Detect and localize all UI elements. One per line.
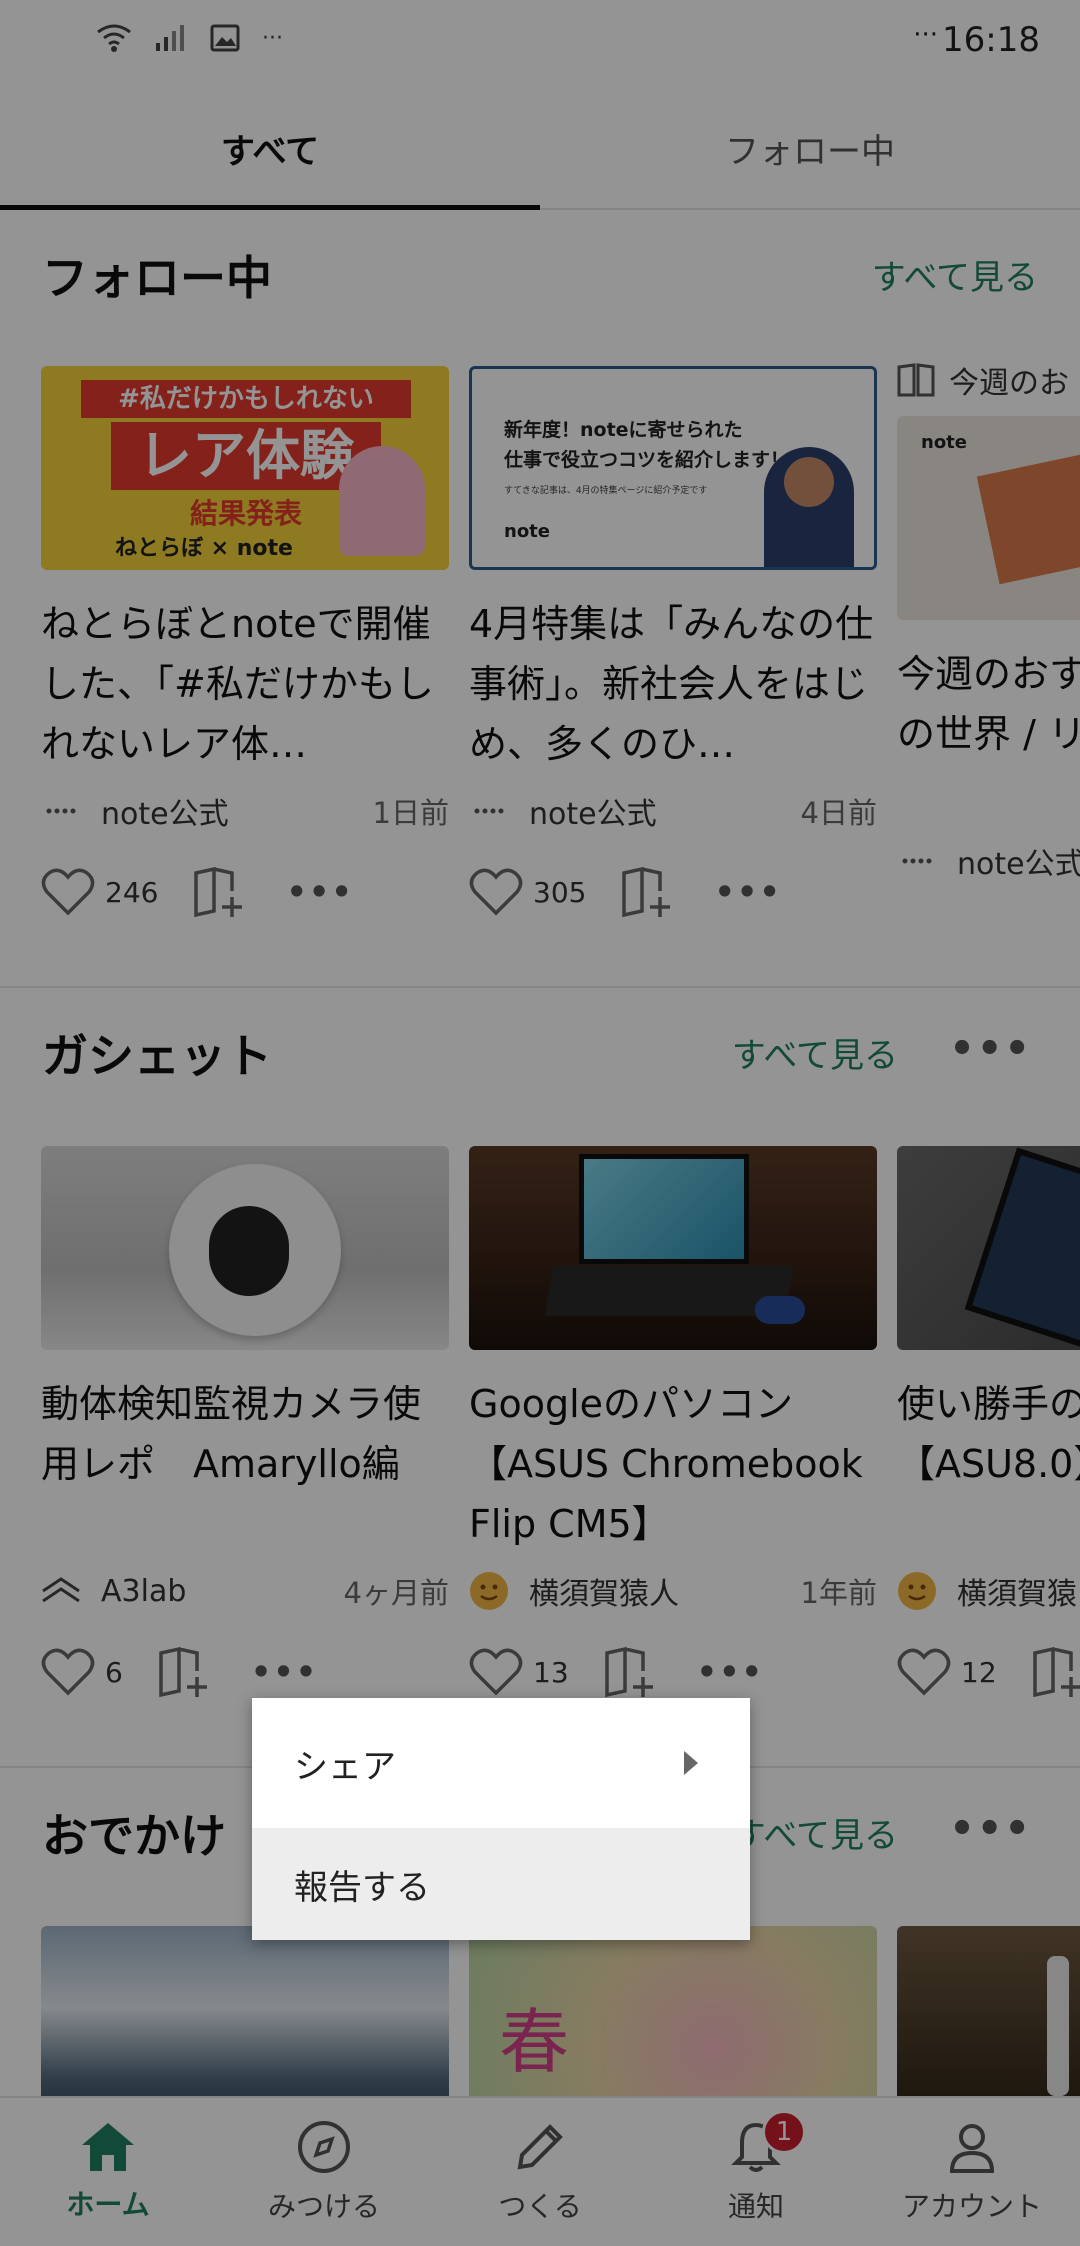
screen: ··· ··· 16:18 すべて フォロー中 フォロー中 すべて見る #私だけか…	[0, 0, 1080, 2246]
context-menu: シェア 報告する	[252, 1698, 750, 1940]
menu-item-report-label: 報告する	[294, 1867, 430, 1908]
menu-item-share[interactable]: シェア	[252, 1698, 750, 1828]
submenu-arrow-icon	[684, 1751, 698, 1775]
menu-item-share-label: シェア	[294, 1746, 396, 1787]
menu-item-report[interactable]: 報告する	[252, 1828, 750, 1940]
